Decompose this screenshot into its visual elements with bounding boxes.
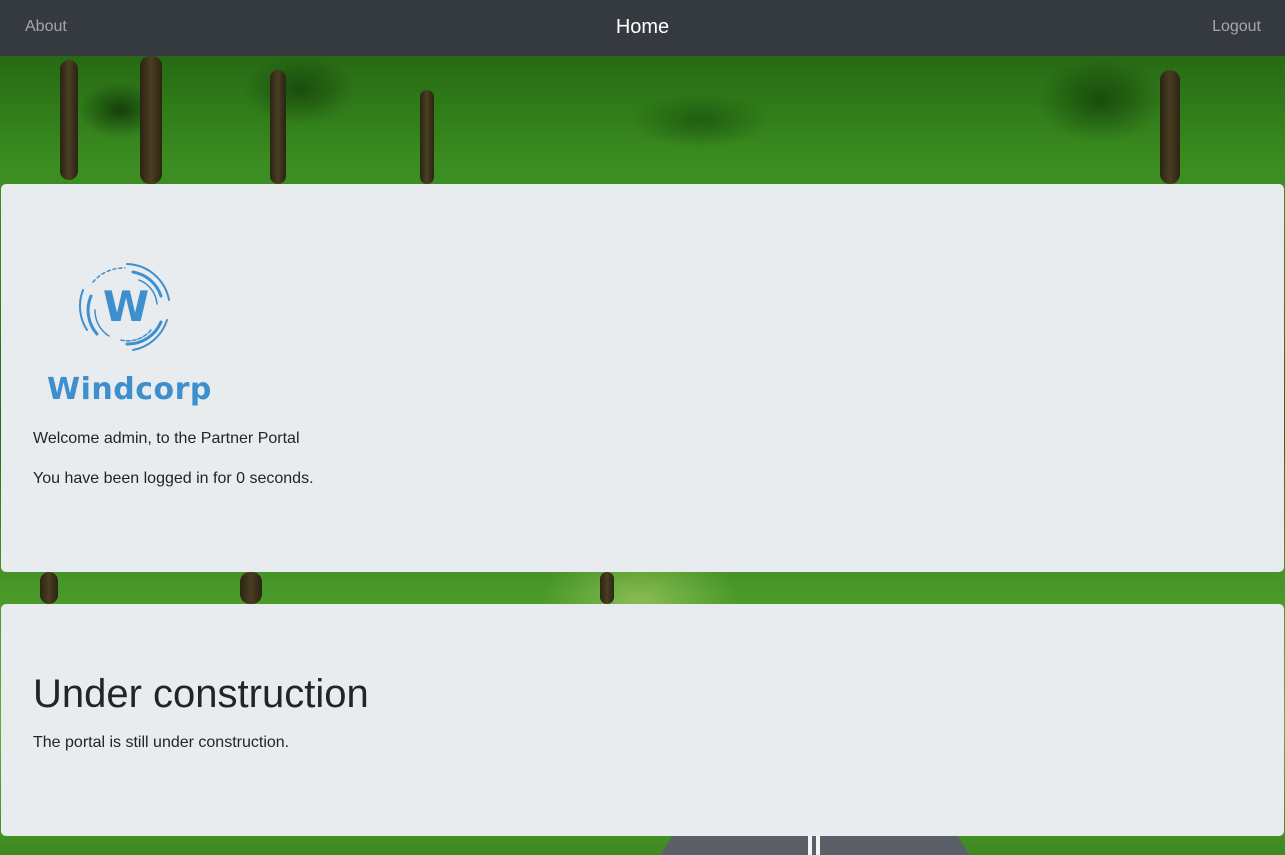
page-heading: Under construction bbox=[33, 672, 369, 716]
welcome-message: Welcome admin, to the Partner Portal bbox=[33, 430, 300, 447]
road-marking bbox=[808, 836, 812, 855]
road-marking bbox=[816, 836, 820, 855]
construction-message: The portal is still under construction. bbox=[33, 734, 290, 751]
session-duration-text: You have been logged in for 0 seconds. bbox=[33, 470, 314, 487]
windcorp-logo: W Windcorp bbox=[47, 260, 227, 410]
top-navbar: About Home Logout bbox=[0, 0, 1285, 56]
welcome-panel: W Windcorp Welcome admin, to the Partner… bbox=[1, 184, 1284, 572]
windcorp-swirl-logo-icon: W bbox=[78, 263, 170, 351]
nav-home-wrapper: Home bbox=[0, 16, 1285, 39]
nav-logout-link[interactable]: Logout bbox=[1212, 18, 1261, 36]
logo-wordmark: Windcorp bbox=[47, 372, 212, 407]
logo-letter: W bbox=[103, 282, 149, 331]
notice-panel: Under construction The portal is still u… bbox=[1, 604, 1284, 836]
nav-about-link[interactable]: About bbox=[25, 18, 67, 36]
road bbox=[660, 836, 970, 855]
nav-home-link[interactable]: Home bbox=[616, 16, 669, 38]
